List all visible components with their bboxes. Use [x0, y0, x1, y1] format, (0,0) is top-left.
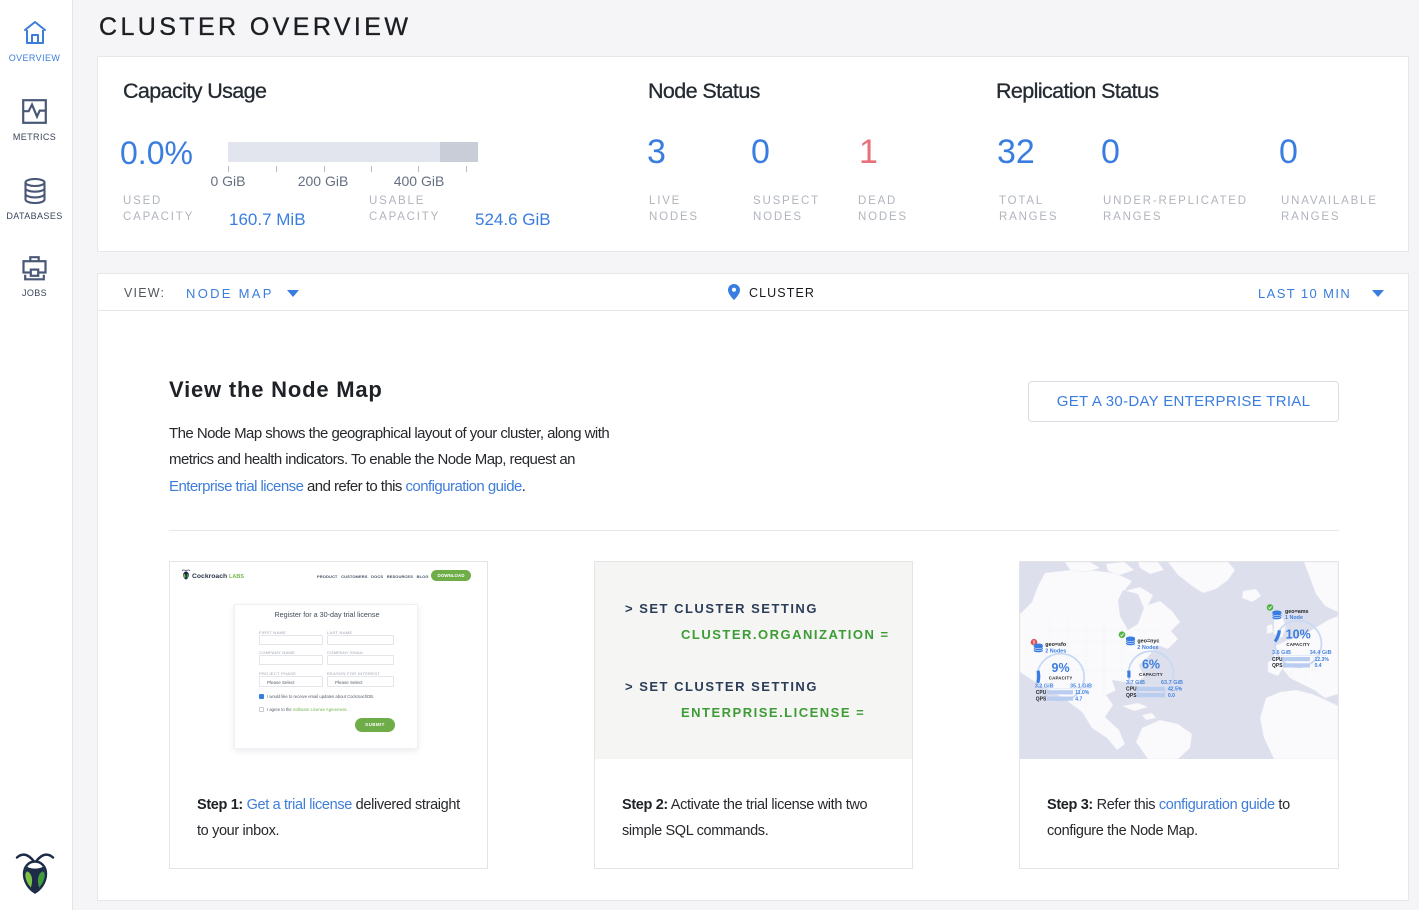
svg-text:1 Node: 1 Node [1285, 615, 1303, 621]
svg-text:QPS: QPS [1126, 693, 1137, 699]
svg-text:CPU: CPU [1272, 657, 1283, 663]
svg-text:CAPACITY: CAPACITY [1286, 642, 1310, 647]
svg-text:2 Nodes: 2 Nodes [1045, 648, 1066, 654]
svg-text:0.0: 0.0 [1168, 693, 1175, 699]
svg-text:10%: 10% [1286, 628, 1311, 642]
svg-text:CPU: CPU [1126, 687, 1137, 693]
svg-text:geo=sfo: geo=sfo [1045, 642, 1067, 648]
svg-text:CPU: CPU [1036, 690, 1047, 696]
svg-text:11.0%: 11.0% [1075, 690, 1089, 696]
svg-text:3.2 GiB: 3.2 GiB [1035, 683, 1054, 689]
svg-text:35.1 GiB: 35.1 GiB [1070, 683, 1092, 689]
svg-text:4.7: 4.7 [1075, 696, 1082, 702]
svg-text:QPS: QPS [1272, 663, 1283, 669]
svg-text:geo=ams: geo=ams [1285, 609, 1309, 615]
svg-text:34.4 GiB: 34.4 GiB [1310, 650, 1332, 656]
svg-text:CAPACITY: CAPACITY [1049, 675, 1073, 680]
svg-text:3.6 GiB: 3.6 GiB [1272, 650, 1291, 656]
svg-text:geo=nyc: geo=nyc [1137, 639, 1159, 645]
svg-text:2 Nodes: 2 Nodes [1137, 645, 1158, 651]
svg-text:12.3%: 12.3% [1315, 657, 1330, 663]
svg-text:42.5%: 42.5% [1168, 687, 1183, 693]
svg-text:9%: 9% [1052, 661, 1070, 675]
svg-text:6%: 6% [1142, 657, 1160, 671]
svg-text:CAPACITY: CAPACITY [1139, 672, 1163, 677]
svg-text:0.4: 0.4 [1315, 663, 1322, 669]
svg-text:QPS: QPS [1036, 696, 1047, 702]
